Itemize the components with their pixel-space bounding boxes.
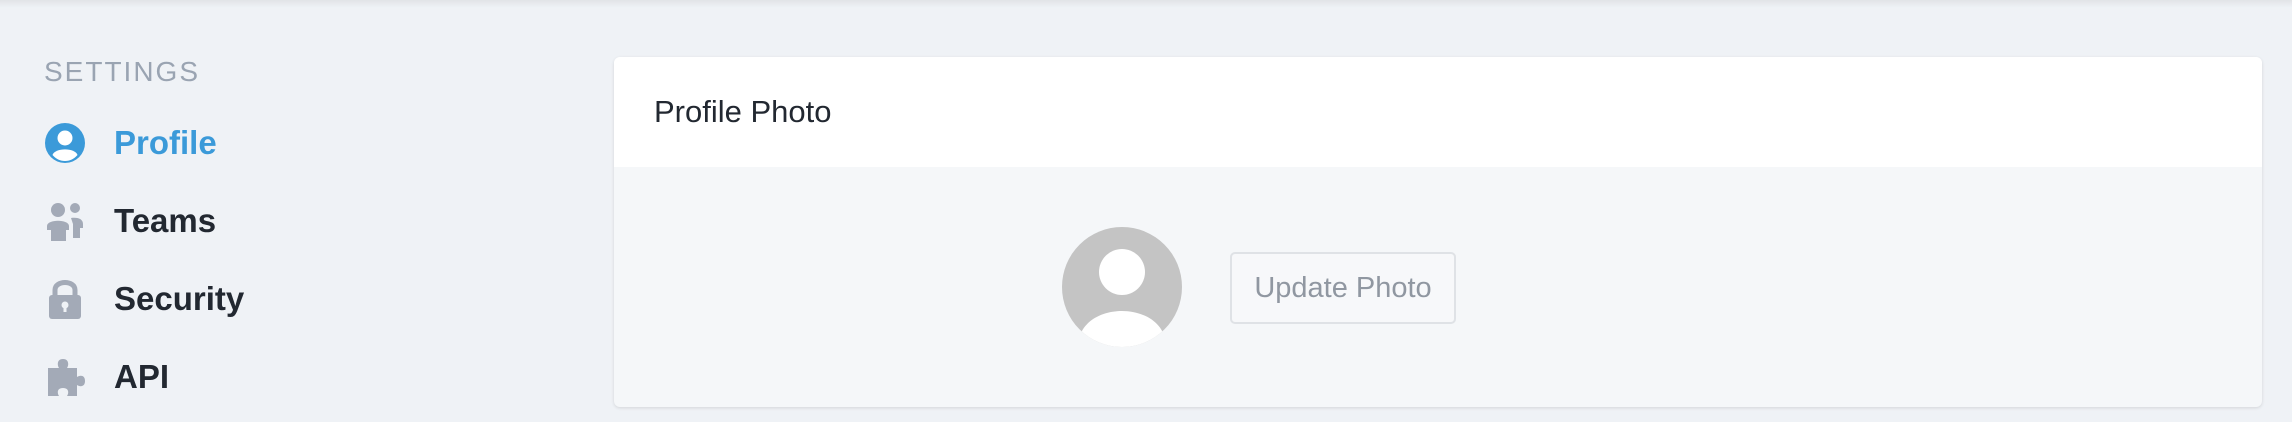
avatar <box>1062 227 1182 347</box>
sidebar-item-label: Profile <box>114 124 217 161</box>
team-icon <box>44 200 86 242</box>
user-circle-icon <box>44 122 86 164</box>
settings-sidebar: SETTINGS Profile Teams Security API <box>44 52 564 416</box>
sidebar-item-label: API <box>114 358 170 395</box>
default-avatar-icon <box>1062 249 1182 347</box>
puzzle-icon <box>44 356 86 398</box>
top-shadow <box>0 0 2292 8</box>
card-title: Profile Photo <box>654 94 832 129</box>
card-header: Profile Photo <box>614 57 2262 167</box>
lock-icon <box>44 278 86 320</box>
sidebar-item-label: Security <box>114 280 245 317</box>
sidebar-item-label: Teams <box>114 202 217 239</box>
sidebar-heading: SETTINGS <box>44 56 201 87</box>
sidebar-item-profile[interactable]: Profile <box>44 104 564 182</box>
sidebar-item-security[interactable]: Security <box>44 260 564 338</box>
profile-photo-card: Profile Photo Update Photo <box>614 57 2262 407</box>
update-photo-button[interactable]: Update Photo <box>1230 252 1456 324</box>
sidebar-item-api[interactable]: API <box>44 338 564 416</box>
card-body: Update Photo <box>614 167 2262 407</box>
sidebar-item-teams[interactable]: Teams <box>44 182 564 260</box>
